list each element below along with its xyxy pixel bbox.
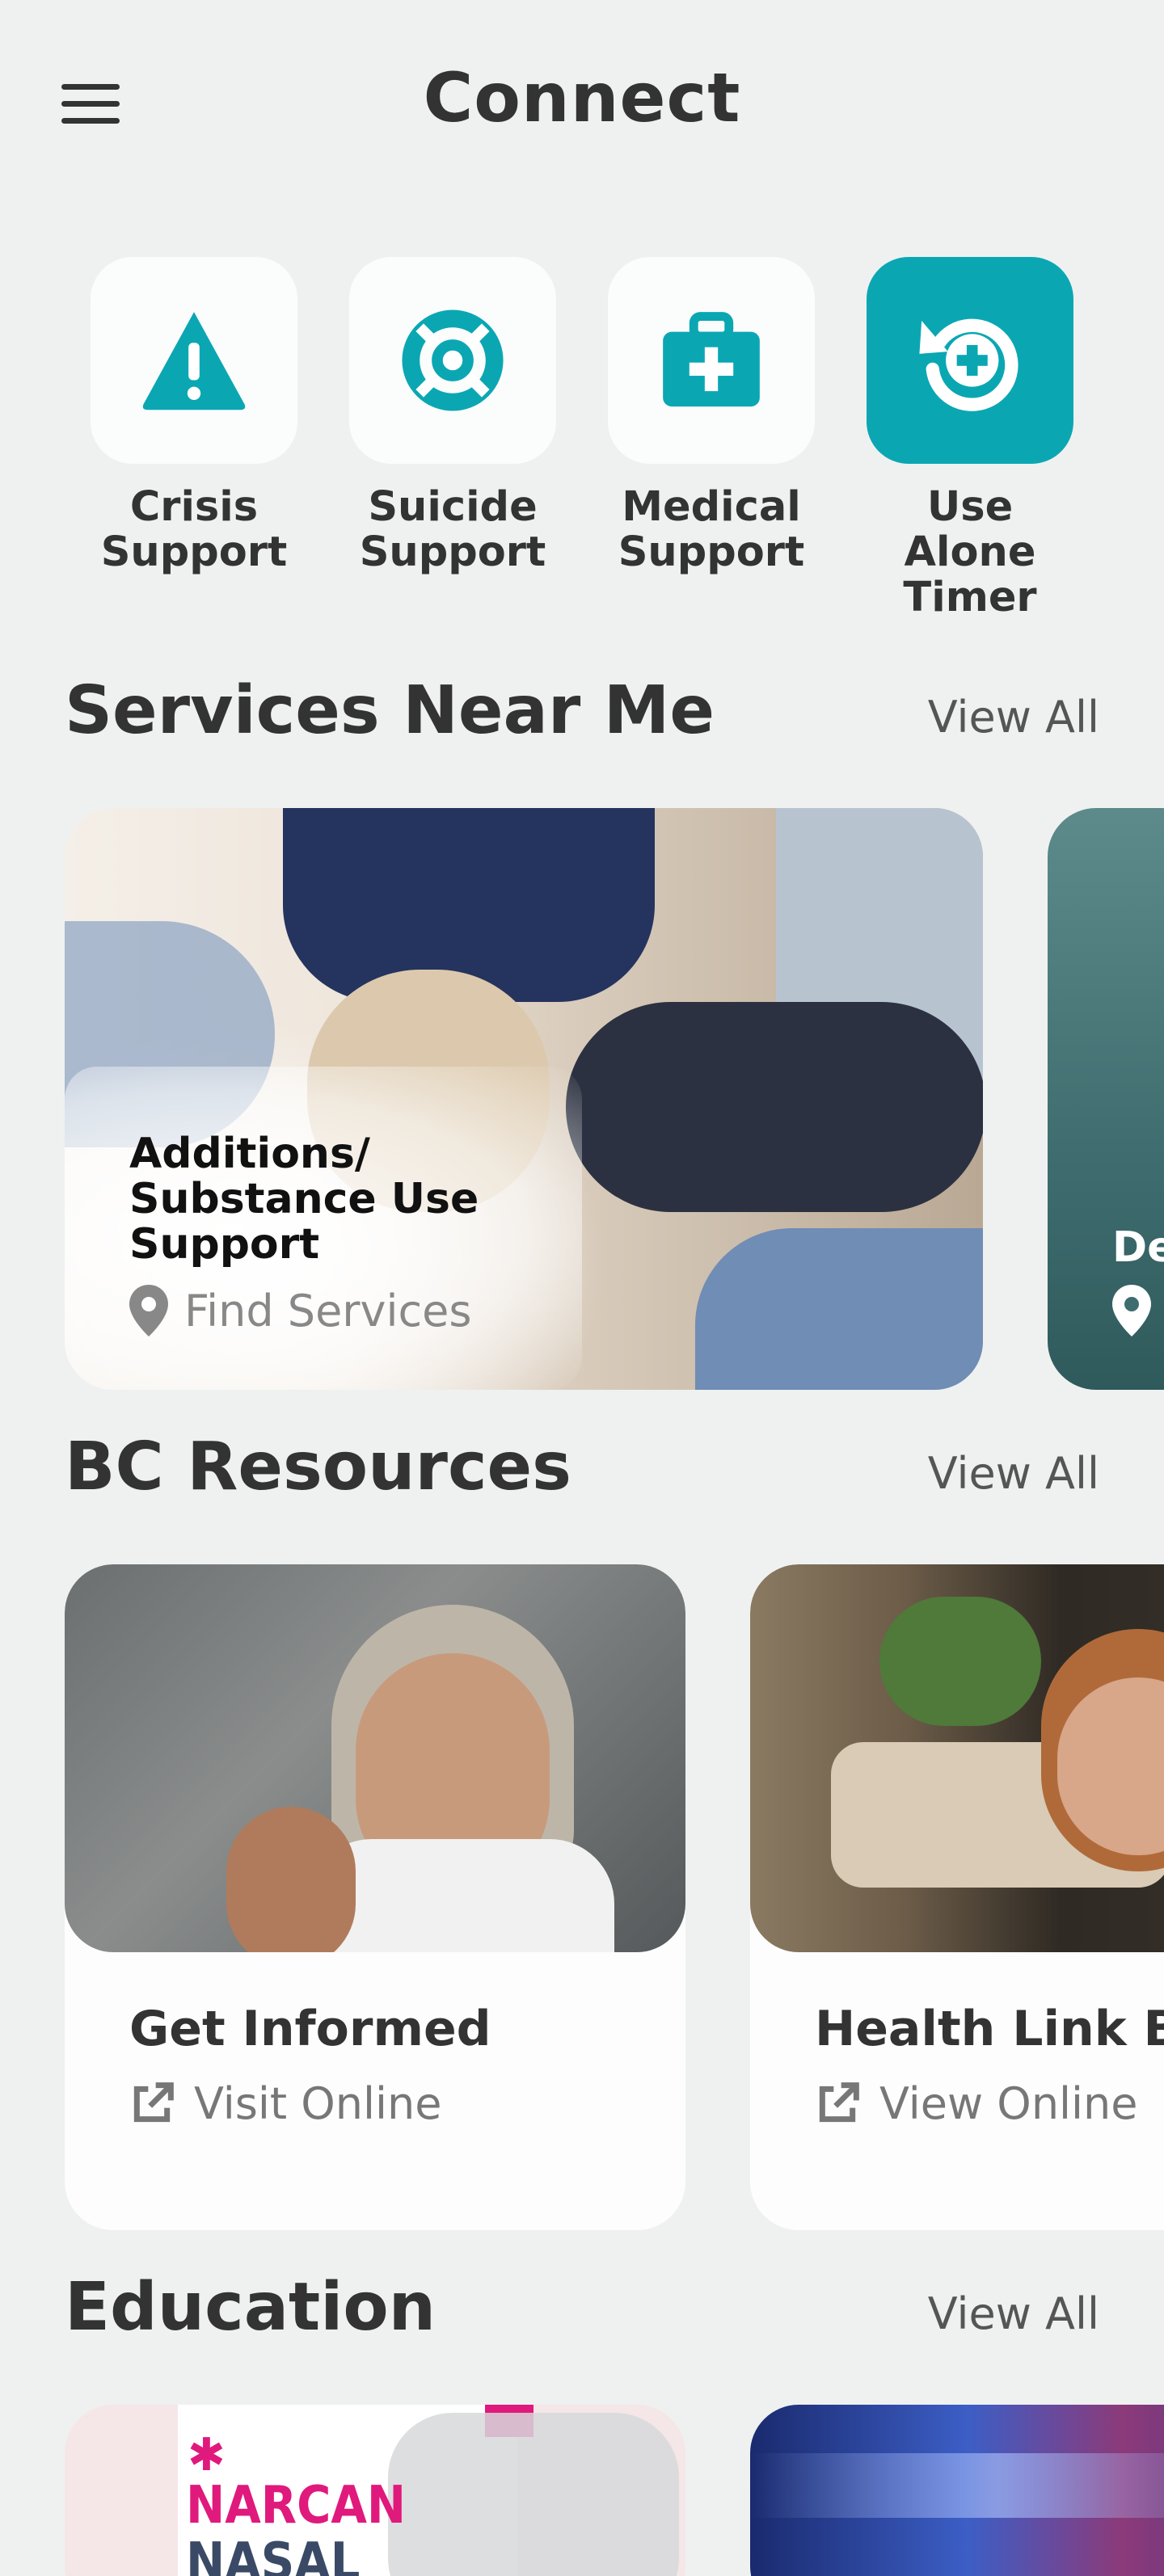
medical-kit-icon	[663, 312, 760, 407]
resource-card-title: Get Informed	[129, 2001, 491, 2057]
narcan-image-text: NARCAN NASAL	[186, 2476, 407, 2576]
suicide-support-label: Suicide Support	[359, 483, 546, 576]
use-alone-timer-label: Use Alone Timer	[903, 483, 1037, 621]
service-card-partial[interactable]: De	[1048, 808, 1164, 1390]
timer-restart-icon	[919, 318, 1018, 411]
photo-shape	[566, 1002, 983, 1212]
photo-shape	[695, 1228, 983, 1390]
service-card-title: De	[1112, 1223, 1164, 1272]
location-pin-icon	[1112, 1285, 1151, 1336]
services-section-title: Services Near Me	[65, 672, 715, 749]
resource-card-get-informed[interactable]: Get Informed Visit Online	[65, 1564, 685, 2230]
education-view-all-link[interactable]: View All	[928, 2288, 1099, 2339]
suicide-support-tile[interactable]	[349, 257, 556, 464]
education-card-narcan[interactable]: ✱ NARCAN NASAL	[65, 2405, 685, 2576]
resource-image	[65, 1564, 685, 1952]
photo-shape	[750, 2453, 1164, 2518]
narcan-logo-icon: ✱	[188, 2429, 226, 2481]
resources-section-title: BC Resources	[65, 1429, 571, 1505]
location-pin-icon	[129, 1285, 168, 1336]
suicide-support-button[interactable]: Suicide Support	[349, 257, 556, 575]
medical-support-tile[interactable]	[608, 257, 815, 464]
photo-shape	[283, 808, 655, 1002]
view-online-label: View Online	[879, 2078, 1138, 2129]
crisis-support-button[interactable]: Crisis Support	[91, 257, 297, 575]
lifebuoy-icon	[402, 309, 504, 411]
external-link-icon	[819, 2081, 859, 2122]
medical-support-button[interactable]: Medical Support	[608, 257, 815, 575]
service-card-substance-use[interactable]: Additions/ Substance Use Support Find Se…	[65, 808, 983, 1390]
photo-shape	[388, 2413, 679, 2576]
photo-shape	[879, 1597, 1041, 1726]
use-alone-timer-tile[interactable]	[867, 257, 1073, 464]
resource-card-title: Health Link BC	[815, 2001, 1164, 2057]
find-services-link[interactable]: Find Services	[129, 1285, 472, 1336]
view-online-link[interactable]: View Online	[815, 2078, 1138, 2129]
resource-image	[750, 1564, 1164, 1952]
connect-screen: Connect Crisis Support Suicide Support M…	[0, 0, 1164, 2576]
visit-online-link[interactable]: Visit Online	[129, 2078, 441, 2129]
visit-online-label: Visit Online	[194, 2078, 442, 2129]
medical-support-label: Medical Support	[618, 483, 805, 576]
external-link-icon	[133, 2081, 174, 2122]
resources-view-all-link[interactable]: View All	[928, 1448, 1099, 1499]
crisis-support-label: Crisis Support	[100, 483, 288, 576]
services-view-all-link[interactable]: View All	[928, 692, 1099, 743]
page-title: Connect	[423, 58, 741, 137]
education-card-2[interactable]	[750, 2405, 1164, 2576]
warning-triangle-icon	[142, 312, 246, 410]
crisis-support-tile[interactable]	[91, 257, 297, 464]
resource-card-health-link[interactable]: Health Link BC View Online	[750, 1564, 1164, 2230]
find-services-label: Find Services	[184, 1285, 472, 1336]
service-card-title: Additions/ Substance Use Support	[129, 1130, 479, 1269]
education-section-title: Education	[65, 2269, 436, 2346]
photo-shape	[226, 1807, 356, 1952]
use-alone-timer-button[interactable]: Use Alone Timer	[867, 257, 1073, 621]
